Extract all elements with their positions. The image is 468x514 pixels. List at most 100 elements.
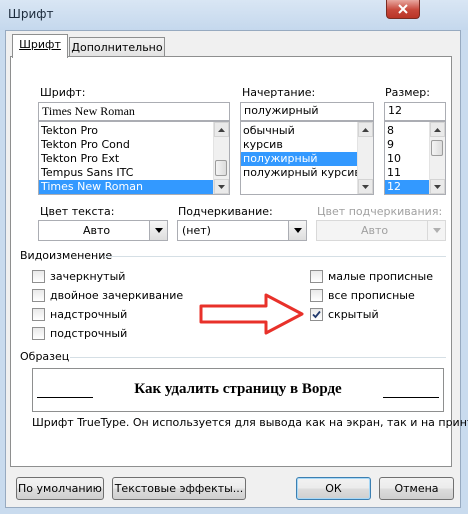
subscript-checkbox[interactable]: [32, 326, 45, 340]
all-caps-checkbox-row[interactable]: все прописные: [310, 287, 415, 303]
underline-color-value: Авто: [361, 224, 389, 237]
scroll-up-button[interactable]: [430, 122, 445, 137]
scroll-thumb[interactable]: [215, 160, 227, 176]
preview-baseline-right: [383, 397, 439, 398]
ok-button[interactable]: ОК: [296, 477, 371, 500]
small-caps-checkbox-row[interactable]: малые прописные: [310, 268, 433, 284]
strikethrough-label: зачеркнутый: [50, 269, 126, 283]
size-list-item-selected[interactable]: 12: [385, 180, 429, 194]
font-label: Шрифт:: [40, 86, 86, 99]
text-color-value: Авто: [83, 224, 111, 237]
preview-box: Как удалить страницу в Ворде: [32, 368, 444, 412]
font-input-value: Times New Roman: [42, 104, 135, 118]
preview-description: Шрифт TrueType. Он используется для выво…: [32, 416, 468, 429]
cancel-label: Отмена: [394, 482, 439, 495]
close-icon: [398, 4, 408, 14]
text-color-dropdown-button[interactable]: [149, 221, 167, 240]
close-button[interactable]: [386, 0, 420, 19]
style-list[interactable]: обычный курсив полужирный полужирный кур…: [240, 121, 374, 195]
hidden-checkbox-row[interactable]: скрытый: [310, 306, 379, 322]
scroll-up-button[interactable]: [214, 122, 229, 137]
cancel-button[interactable]: Отмена: [379, 477, 454, 500]
style-input-value: полужирный: [244, 104, 319, 117]
chevron-down-icon: [218, 184, 225, 189]
font-list-scrollbar[interactable]: [213, 122, 229, 194]
all-caps-label: все прописные: [328, 288, 415, 302]
subscript-label: подстрочный: [50, 326, 128, 340]
hidden-checkbox[interactable]: [310, 307, 323, 321]
font-list[interactable]: Tekton Pro Tekton Pro Cond Tekton Pro Ex…: [38, 121, 230, 195]
chevron-down-icon: [154, 228, 163, 233]
chevron-up-icon: [218, 127, 225, 132]
scroll-down-button[interactable]: [214, 179, 229, 194]
preview-group-divider: [70, 357, 446, 358]
effects-group-divider: [104, 256, 446, 257]
style-list-item[interactable]: полужирный курсив: [241, 166, 373, 180]
chevron-down-icon: [432, 228, 441, 233]
font-list-item[interactable]: Tekton Pro: [39, 124, 229, 138]
chevron-down-icon: [434, 184, 441, 189]
font-input[interactable]: Times New Roman: [38, 102, 230, 121]
set-default-button[interactable]: По умолчанию: [16, 477, 104, 500]
underline-dropdown-button[interactable]: [288, 221, 306, 240]
underline-color-select: Авто: [316, 220, 446, 241]
double-strikethrough-checkbox[interactable]: [32, 288, 45, 302]
strikethrough-checkbox-row[interactable]: зачеркнутый: [32, 268, 125, 284]
double-strikethrough-checkbox-row[interactable]: двойное зачеркивание: [32, 287, 183, 303]
size-list-scrollbar[interactable]: [429, 122, 445, 194]
subscript-checkbox-row[interactable]: подстрочный: [32, 325, 127, 341]
ok-label: ОК: [325, 482, 342, 495]
tab-font[interactable]: Шрифт: [12, 34, 68, 58]
effects-group-title: Видоизменение: [20, 249, 113, 262]
superscript-checkbox[interactable]: [32, 307, 45, 321]
underline-color-label: Цвет подчеркивания:: [317, 205, 443, 218]
font-list-item[interactable]: Tempus Sans ITC: [39, 166, 229, 180]
style-list-scrollbar[interactable]: [357, 122, 373, 194]
strikethrough-checkbox[interactable]: [32, 269, 45, 283]
small-caps-label: малые прописные: [328, 269, 433, 283]
text-effects-label: Текстовые эффекты...: [114, 482, 244, 495]
style-list-item[interactable]: обычный: [241, 124, 373, 138]
size-label: Размер:: [385, 86, 430, 99]
superscript-checkbox-row[interactable]: надстрочный: [32, 306, 127, 322]
chevron-down-icon: [293, 228, 302, 233]
scroll-thumb[interactable]: [431, 140, 443, 156]
set-default-label: По умолчанию: [18, 482, 102, 495]
scroll-up-button[interactable]: [358, 122, 373, 137]
tab-advanced-label: Дополнительно: [71, 41, 163, 54]
all-caps-checkbox[interactable]: [310, 288, 323, 302]
text-effects-button[interactable]: Текстовые эффекты...: [112, 477, 246, 500]
chevron-down-icon: [362, 184, 369, 189]
size-input-value: 12: [388, 104, 402, 117]
preview-group-title: Образец: [20, 350, 70, 363]
chevron-up-icon: [434, 127, 441, 132]
underline-label: Подчеркивание:: [178, 205, 273, 218]
style-label: Начертание:: [242, 86, 316, 99]
chevron-up-icon: [362, 127, 369, 132]
superscript-label: надстрочный: [50, 307, 128, 321]
size-input[interactable]: 12: [384, 102, 446, 121]
style-list-item-selected[interactable]: полужирный: [241, 152, 357, 166]
text-color-select[interactable]: Авто: [38, 220, 168, 241]
underline-select[interactable]: (нет): [177, 220, 307, 241]
checkmark-icon: [312, 310, 321, 318]
style-input[interactable]: полужирный: [240, 102, 374, 121]
red-arrow-icon: [199, 293, 304, 335]
size-list[interactable]: 8 9 10 11 12: [384, 121, 446, 195]
font-list-item-selected[interactable]: Times New Roman: [39, 180, 213, 194]
tab-advanced[interactable]: Дополнительно: [69, 37, 165, 56]
text-color-label: Цвет текста:: [40, 205, 115, 218]
preview-text: Как удалить страницу в Ворде: [134, 381, 342, 397]
double-strikethrough-label: двойное зачеркивание: [50, 288, 184, 302]
font-list-item[interactable]: Tekton Pro Cond: [39, 138, 229, 152]
scroll-down-button[interactable]: [430, 179, 445, 194]
window-title: Шрифт: [8, 7, 54, 21]
small-caps-checkbox[interactable]: [310, 269, 323, 283]
scroll-down-button[interactable]: [358, 179, 373, 194]
style-list-item[interactable]: курсив: [241, 138, 373, 152]
underline-color-dropdown-button: [427, 221, 445, 240]
hidden-label: скрытый: [328, 307, 379, 321]
underline-value: (нет): [182, 224, 211, 237]
tab-font-label: Шрифт: [19, 38, 61, 51]
font-list-item[interactable]: Tekton Pro Ext: [39, 152, 229, 166]
